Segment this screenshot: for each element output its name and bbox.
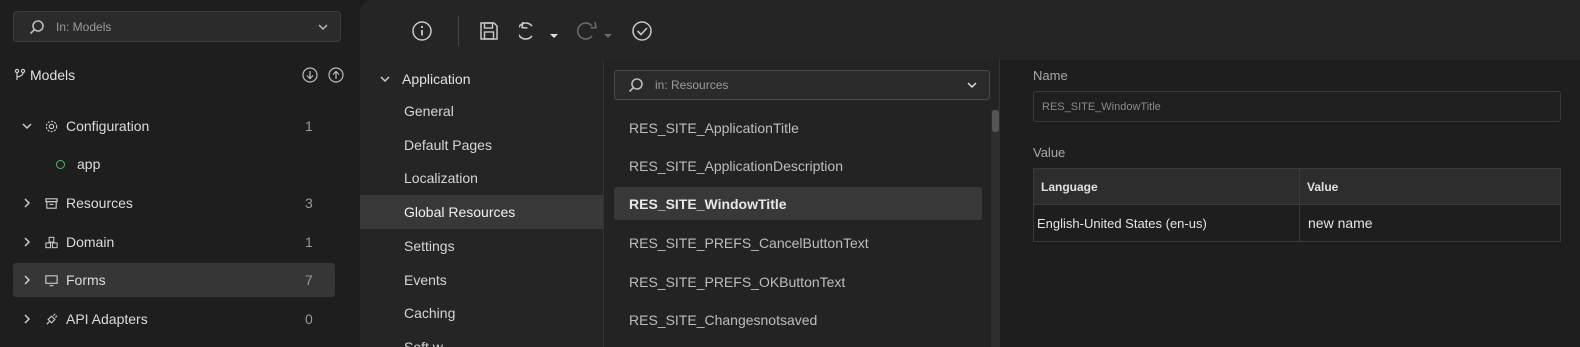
- chevron-down-icon[interactable]: [316, 20, 330, 34]
- resource-item[interactable]: RES_SITE_PREFS_OKButtonText: [614, 265, 982, 298]
- chevron-down-icon[interactable]: [378, 72, 392, 86]
- tree-item-resources[interactable]: Resources 3: [13, 186, 335, 220]
- tree-item-domain[interactable]: Domain 1: [13, 225, 335, 259]
- nav-section-label: Application: [402, 71, 471, 87]
- tree-item-label: Resources: [66, 195, 133, 211]
- check-circle-icon: [632, 21, 652, 41]
- models-header: Models: [14, 64, 344, 86]
- nav-item-caching[interactable]: Caching: [360, 296, 603, 330]
- name-label: Name: [1033, 68, 1068, 83]
- nav-item-settings[interactable]: Settings: [360, 229, 603, 263]
- tree-item-count: 1: [305, 234, 313, 250]
- tree-item-api-adapters[interactable]: API Adapters 0: [13, 302, 335, 336]
- gear-icon: [45, 120, 58, 132]
- tree-item-count: 0: [305, 311, 313, 327]
- save-button[interactable]: [476, 18, 502, 44]
- models-title: Models: [30, 67, 76, 83]
- grid-column-divider: [1299, 169, 1300, 241]
- resource-item-selected[interactable]: RES_SITE_WindowTitle: [614, 187, 982, 220]
- resources-scrollbar[interactable]: [991, 110, 1000, 347]
- models-search-placeholder: In: Models: [56, 19, 112, 34]
- chevron-right-icon[interactable]: [20, 312, 34, 326]
- resources-search-input[interactable]: in: Resources: [614, 70, 990, 100]
- monitor-icon: [45, 274, 58, 286]
- grid-cell-value[interactable]: new name: [1308, 205, 1373, 241]
- value-label: Value: [1033, 145, 1066, 160]
- tree-item-label: Configuration: [66, 118, 150, 134]
- search-icon: [628, 78, 643, 93]
- models-search-input[interactable]: In: Models: [13, 11, 341, 42]
- nav-item-software[interactable]: Soft w...: [360, 330, 603, 347]
- chevron-down-icon[interactable]: [965, 78, 979, 92]
- value-grid: Language Value English-United States (en…: [1033, 168, 1561, 242]
- resources-list-panel: in: Resources RES_SITE_ApplicationTitle …: [603, 60, 1000, 347]
- tree-item-label: Forms: [66, 272, 106, 288]
- tree-item-forms[interactable]: Forms 7: [13, 263, 335, 297]
- plug-icon: [46, 312, 58, 325]
- tree-item-label: Domain: [66, 234, 115, 250]
- chevron-right-icon[interactable]: [20, 196, 34, 210]
- tree-item-configuration[interactable]: Configuration 1: [13, 109, 335, 143]
- editor-toolbar: [360, 0, 1580, 60]
- resource-item[interactable]: RES_SITE_ApplicationTitle: [614, 111, 982, 144]
- models-panel: In: Models Models Configuration 1 app Re…: [0, 0, 360, 347]
- resources-search-placeholder: in: Resources: [655, 78, 729, 92]
- info-icon: [412, 21, 432, 41]
- resource-item[interactable]: RES_SITE_Changesnotsaved: [614, 303, 982, 336]
- undo-icon: [519, 21, 558, 40]
- undo-button[interactable]: [518, 18, 560, 44]
- search-icon: [29, 19, 44, 34]
- tree-item-count: 7: [305, 272, 313, 288]
- download-circle-icon[interactable]: [302, 67, 318, 83]
- tree-item-count: 3: [305, 195, 313, 211]
- nav-item-localization[interactable]: Localization: [360, 161, 603, 195]
- chevron-right-icon[interactable]: [20, 273, 34, 287]
- info-button[interactable]: [409, 18, 435, 44]
- upload-circle-icon[interactable]: [328, 67, 344, 83]
- settings-nav: Application General Default Pages Locali…: [360, 60, 603, 347]
- nav-item-default-pages[interactable]: Default Pages: [360, 128, 603, 162]
- resource-item[interactable]: RES_SITE_PREFS_CancelButtonText: [614, 226, 982, 259]
- redo-icon: [577, 21, 612, 40]
- nav-item-events[interactable]: Events: [360, 263, 603, 297]
- status-dot-icon: [56, 159, 65, 169]
- archive-icon: [45, 197, 58, 209]
- resource-detail-panel: Name RES_SITE_WindowTitle Value Language…: [1001, 60, 1580, 347]
- chevron-down-icon[interactable]: [20, 119, 34, 133]
- nav-section-application[interactable]: Application: [378, 69, 471, 89]
- redo-button[interactable]: [576, 18, 618, 44]
- tree-child-label: app: [77, 156, 101, 172]
- cubes-icon: [45, 236, 58, 248]
- name-field[interactable]: RES_SITE_WindowTitle: [1033, 91, 1561, 122]
- chevron-right-icon[interactable]: [20, 235, 34, 249]
- tree-item-count: 1: [305, 118, 313, 134]
- nav-item-general[interactable]: General: [360, 94, 603, 128]
- resource-item[interactable]: RES_SITE_ApplicationDescription: [614, 149, 982, 182]
- grid-header-language[interactable]: Language: [1034, 169, 1098, 205]
- grid-header-value[interactable]: Value: [1300, 169, 1338, 205]
- branch-icon: [14, 68, 26, 80]
- save-icon: [480, 22, 498, 40]
- toolbar-divider: [458, 16, 459, 46]
- grid-header-row: [1034, 169, 1560, 205]
- nav-item-global-resources[interactable]: Global Resources: [360, 195, 603, 229]
- scrollbar-thumb[interactable]: [992, 110, 999, 132]
- validate-button[interactable]: [629, 18, 655, 44]
- tree-child-app[interactable]: app: [56, 153, 100, 175]
- grid-cell-language: English-United States (en-us): [1037, 215, 1207, 231]
- tree-item-label: API Adapters: [66, 311, 148, 327]
